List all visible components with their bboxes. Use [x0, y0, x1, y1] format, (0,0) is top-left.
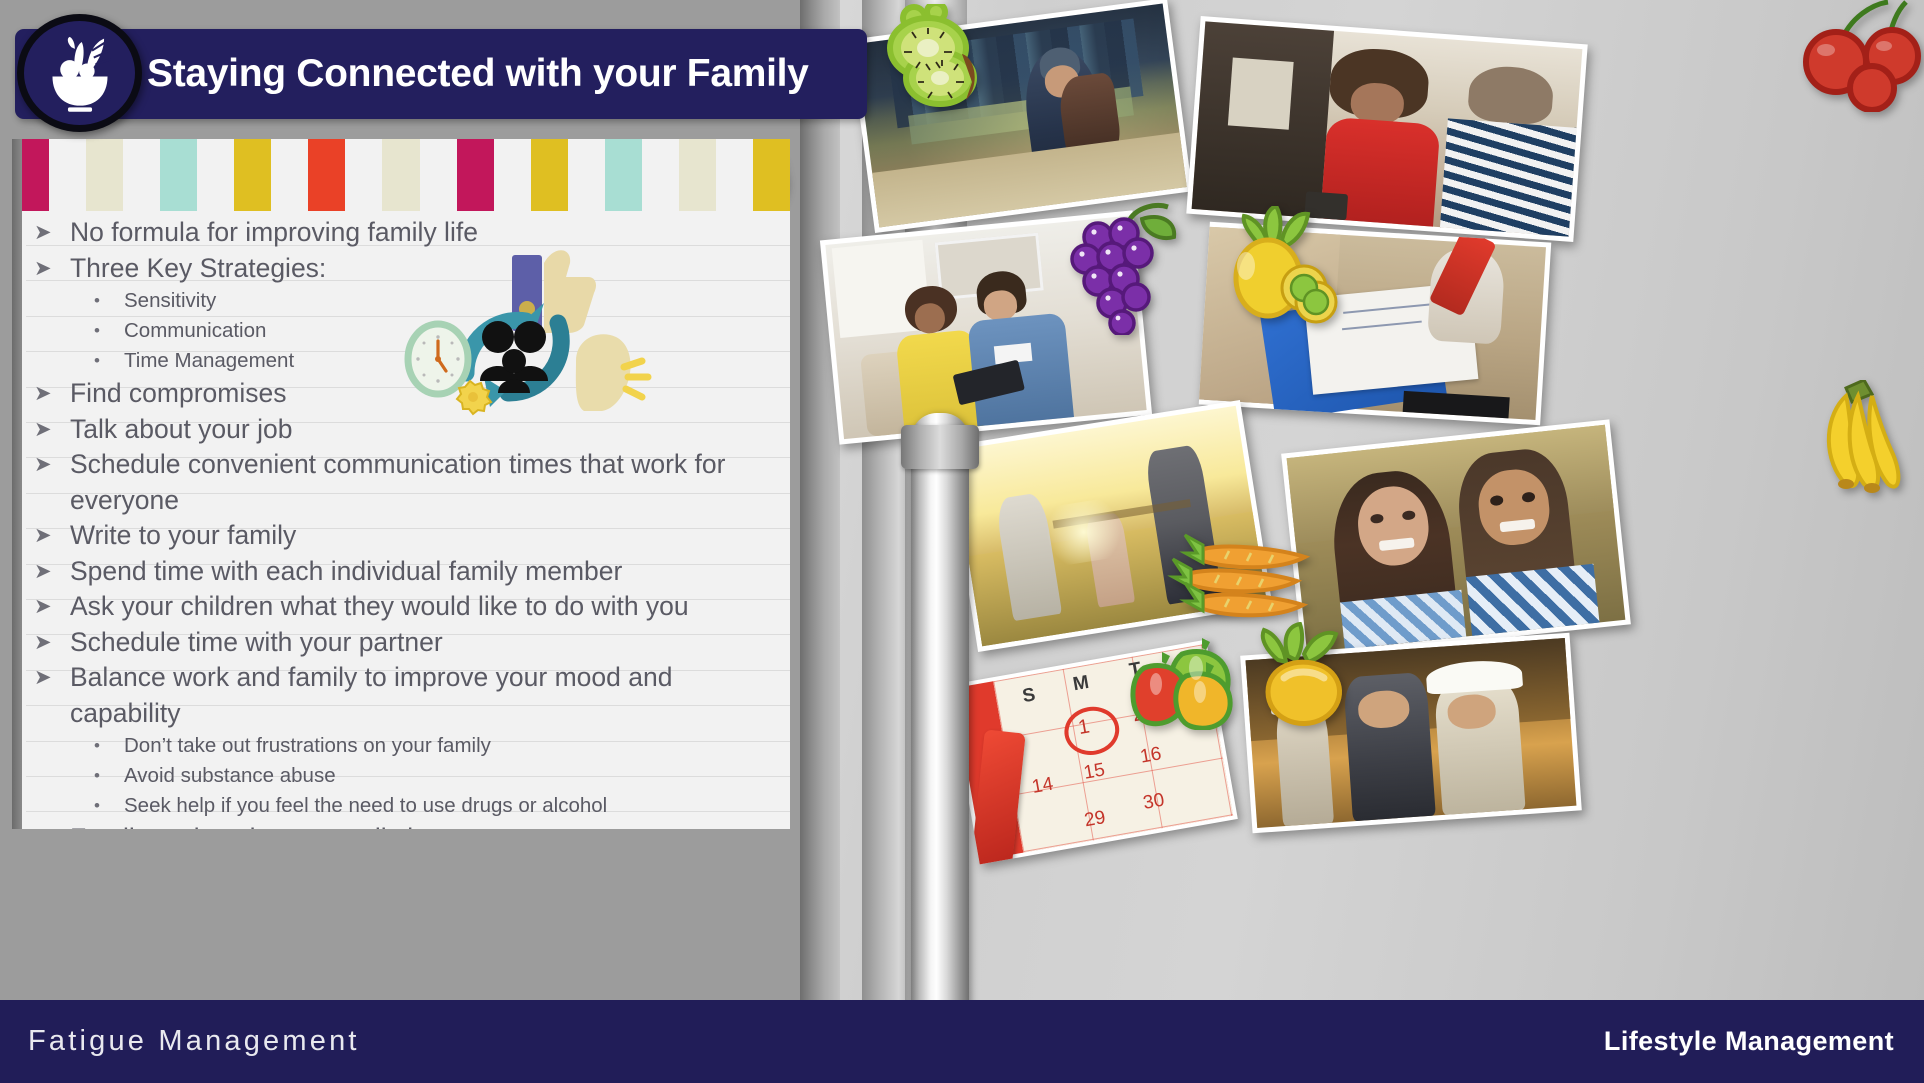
color-stripe [567, 139, 605, 211]
bullet-arrow-icon: ➤ [34, 524, 52, 547]
bullet-item: ➤ Talk about your job [30, 412, 790, 448]
page-title: Staying Connected with your Family [147, 52, 809, 95]
bullet-item: ➤ Write to your family [30, 518, 790, 554]
bullet-item: ➤ Ask your children what they would like … [30, 589, 790, 625]
footer-right-label: Lifestyle Management [1603, 1026, 1894, 1056]
fridge-door-handle[interactable] [911, 413, 969, 1013]
bullet-text: No formula for improving family life [70, 217, 478, 247]
color-stripe [271, 139, 309, 211]
color-stripe [160, 139, 198, 211]
sub-bullet-item: • Sensitivity [30, 286, 790, 316]
color-stripe [345, 139, 383, 211]
bullet-arrow-icon: ➤ [34, 453, 52, 476]
decorative-color-stripes [12, 139, 790, 211]
color-stripe [419, 139, 457, 211]
color-stripe [604, 139, 642, 211]
panel-left-rail [12, 139, 22, 829]
bullet-text: Spend time with each individual family m… [70, 555, 623, 586]
bullet-text: Don’t take out frustrations on your fami… [124, 734, 491, 757]
bullet-dot-icon: • [94, 351, 100, 370]
pineapple-magnet [1224, 203, 1342, 328]
color-stripe [752, 139, 790, 211]
bullet-arrow-icon: ➤ [34, 559, 52, 583]
fridge-left-edge [800, 0, 840, 1010]
bullet-text: Sensitivity [124, 289, 217, 312]
color-stripe [123, 139, 161, 211]
content-panel: ➤ No formula for improving family life ➤ Th… [12, 139, 790, 829]
grapes-magnet [1064, 197, 1194, 337]
fruit-bowl-icon [17, 14, 142, 132]
color-stripe [456, 139, 494, 211]
bullet-text: Talk about your job [70, 413, 293, 444]
color-stripe [493, 139, 531, 211]
bullet-arrow-icon: ➤ [34, 595, 52, 618]
bullet-text: Balance work and family to improve your … [70, 662, 673, 728]
color-stripe [382, 139, 420, 211]
bullet-arrow-icon: ➤ [34, 417, 52, 441]
bullet-item: ➤ Three Key Strategies: [30, 251, 790, 287]
color-stripe [678, 139, 716, 211]
bullet-text: Three Key Strategies: [70, 252, 327, 283]
bullet-arrow-icon: ➤ [34, 821, 56, 829]
bullet-text: Find compromises [70, 378, 287, 408]
kiwi-magnet [876, 0, 998, 126]
bullet-text: Write to your family [70, 520, 297, 550]
mango-magnet [1242, 621, 1374, 732]
fridge-handle-bracket [901, 425, 979, 469]
bullet-arrow-icon: ➤ [34, 382, 52, 405]
bullet-arrow-icon: ➤ [34, 221, 52, 244]
color-stripe [715, 139, 753, 211]
bullet-dot-icon: • [94, 796, 100, 815]
bullet-arrow-icon: ➤ [34, 666, 52, 689]
color-stripe [49, 139, 87, 211]
bullet-arrow-icon: ➤ [34, 256, 52, 280]
color-stripe [530, 139, 568, 211]
bullet-text: Time Management [124, 349, 295, 372]
slide-footer: Fatigue Management Lifestyle Management [0, 1000, 1924, 1083]
color-stripe [308, 139, 346, 211]
sub-bullet-item: • Don’t take out frustrations on your fam… [30, 731, 790, 761]
bullet-text: Ask your children what they would like t… [70, 591, 689, 621]
bell-pepper-magnet [1124, 628, 1252, 731]
bullet-item: ➤ Find compromises [30, 376, 790, 412]
bullet-text: Seek help if you feel the need to use dr… [124, 794, 608, 817]
bullet-dot-icon: • [94, 736, 100, 755]
bullet-item: ➤ No formula for improving family life [30, 215, 790, 251]
bullet-text: Schedule time with your partner [70, 626, 443, 657]
bullet-dot-icon: • [94, 321, 100, 340]
carrot-magnet [1167, 527, 1313, 629]
bullet-item: ➤ Schedule time with your partner [30, 625, 790, 661]
bullet-list: ➤ No formula for improving family life ➤ Th… [30, 215, 790, 829]
footer-left-label: Fatigue Management [28, 1025, 360, 1057]
color-stripe [641, 139, 679, 211]
slide-title-bar: Staying Connected with your Family [15, 29, 867, 119]
banana-magnet [1802, 378, 1924, 510]
bullet-dot-icon: • [94, 766, 100, 785]
bullet-arrow-icon: ➤ [34, 630, 52, 654]
cherry-magnet [1796, 0, 1924, 113]
bullet-item: ➤ Family and work are equally important [30, 821, 790, 829]
slide-canvas: S M T 1 2 14 15 16 29 30 [0, 0, 1924, 1083]
bullet-text: Communication [124, 319, 267, 342]
color-stripe [234, 139, 272, 211]
bullet-dot-icon: • [94, 291, 100, 310]
color-stripe [86, 139, 124, 211]
sub-bullet-item: • Communication [30, 316, 790, 346]
color-stripe [197, 139, 235, 211]
bullet-item: ➤ Spend time with each individual family … [30, 554, 790, 590]
bullet-item: ➤ Balance work and family to improve your… [30, 660, 790, 731]
bullet-text: Avoid substance abuse [124, 764, 336, 787]
bullet-text: Schedule convenient communication times … [70, 449, 726, 515]
bullet-item: ➤ Schedule convenient communication times… [30, 447, 790, 518]
bullet-text: Family and work are equally important [70, 821, 790, 829]
sub-bullet-item: • Avoid substance abuse [30, 761, 790, 791]
sub-bullet-item: • Time Management [30, 346, 790, 376]
sub-bullet-item: • Seek help if you feel the need to use d… [30, 791, 790, 821]
